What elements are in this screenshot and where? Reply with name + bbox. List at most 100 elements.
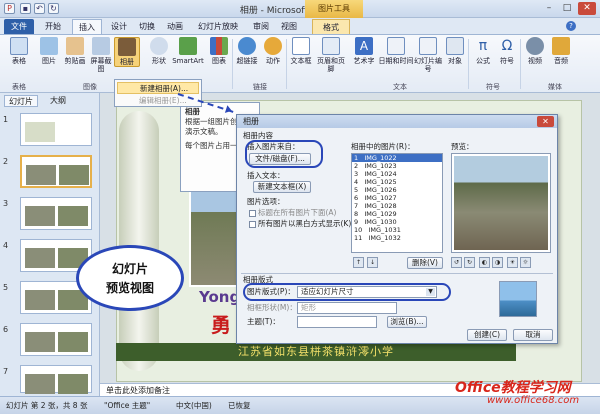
close-button[interactable]: ✕	[578, 2, 596, 15]
theme-input[interactable]	[297, 316, 377, 328]
slide-thumbnail[interactable]	[20, 197, 92, 230]
slide-banner[interactable]: 江苏省如东县栟茶镇浒澪小学	[116, 343, 516, 361]
smartart-button[interactable]: SmartArt	[172, 37, 204, 65]
object-button[interactable]: 对象	[442, 37, 468, 65]
rotate-left-icon[interactable]: ↺	[451, 257, 462, 268]
tab-home[interactable]: 开始	[38, 19, 68, 34]
checkbox[interactable]	[249, 220, 256, 228]
wordart-button[interactable]: A 艺术字	[350, 37, 378, 65]
list-item[interactable]: 2 IMG_1023	[352, 162, 442, 170]
dialog-title: 相册	[237, 115, 557, 128]
audio-button[interactable]: 音频	[548, 37, 574, 65]
list-item[interactable]: 7 IMG_1028	[352, 202, 442, 210]
create-button[interactable]: 创建(C)	[467, 329, 507, 341]
menu-new-album[interactable]: 新建相册(A)...	[117, 82, 199, 94]
slide-thumbnail[interactable]	[20, 113, 92, 146]
picture-button[interactable]: 图片	[36, 37, 62, 65]
tab-slides[interactable]: 幻灯片	[4, 95, 38, 107]
film-reel-icon	[526, 37, 544, 55]
header-footer-button[interactable]: 页眉和页脚	[314, 37, 348, 73]
list-item-number: 11	[354, 234, 363, 242]
hyperlink-button-label: 超链接	[236, 57, 258, 65]
shapes-button-label: 形状	[152, 57, 166, 65]
file-disk-button[interactable]: 文件/磁盘(F)...	[249, 153, 311, 165]
menu-new-album-label: 新建相册(A)...	[140, 84, 189, 93]
equation-button[interactable]: π 公式	[470, 37, 496, 65]
slide-count: 幻灯片 第 2 张，共 8 张	[6, 401, 88, 410]
album-button[interactable]: 相册	[114, 37, 140, 67]
slide-thumbnail-selected[interactable]	[20, 155, 92, 188]
wordart-icon: A	[355, 37, 373, 55]
rotate-right-icon[interactable]: ↻	[464, 257, 475, 268]
delete-button[interactable]: 删除(V)	[407, 257, 443, 269]
clipart-button[interactable]: 剪贴画	[62, 37, 88, 65]
tab-transitions[interactable]: 切换	[134, 19, 160, 34]
list-item[interactable]: 1 IMG_1022	[352, 154, 442, 162]
textbox-button[interactable]: 文本框	[288, 37, 314, 65]
slide-thumbnail[interactable]	[20, 365, 92, 394]
slide-thumbnail[interactable]	[20, 323, 92, 356]
slide-text-brave[interactable]: 勇	[211, 309, 231, 338]
brightness-up-icon[interactable]: ☀	[507, 257, 518, 268]
smartart-button-label: SmartArt	[172, 57, 204, 65]
tab-review[interactable]: 审阅	[248, 19, 274, 34]
tab-view[interactable]: 视图	[276, 19, 302, 34]
shapes-button[interactable]: 形状	[146, 37, 172, 65]
screenshot-button[interactable]: 屏幕截图	[88, 37, 114, 73]
new-textbox-button[interactable]: 新建文本框(X)	[253, 181, 311, 193]
slide-text-yong[interactable]: Yong	[199, 288, 240, 306]
minimize-button[interactable]: –	[540, 2, 558, 15]
brightness-down-icon[interactable]: ☼	[520, 257, 531, 268]
list-item[interactable]: 6 IMG_1027	[352, 194, 442, 202]
slides-pane: 幻灯片 大纲 1 2 3 4 5 6 7	[0, 93, 100, 396]
object-icon	[446, 37, 464, 55]
group-label-table: 表格	[12, 83, 26, 91]
pictures-listbox[interactable]: 1 IMG_1022 2 IMG_1023 3 IMG_1024 4 IMG_1…	[351, 153, 443, 253]
picture-layout-select[interactable]: 适应幻灯片尺寸 ▼	[297, 286, 437, 298]
browse-button[interactable]: 浏览(B)...	[387, 316, 427, 328]
list-item[interactable]: 5 IMG_1026	[352, 186, 442, 194]
move-up-icon[interactable]: ↑	[353, 257, 364, 268]
list-item[interactable]: 11 IMG_1032	[352, 234, 442, 242]
datetime-button[interactable]: 日期和时间	[378, 37, 414, 65]
caption-below-checkbox[interactable]: 标题在所有图片下面(A)	[249, 208, 336, 218]
language[interactable]: 中文(中国)	[176, 397, 212, 414]
symbol-button[interactable]: Ω 符号	[494, 37, 520, 65]
hyperlink-button[interactable]: 超链接	[234, 37, 260, 65]
ribbon: 表格 图片 剪贴画 屏幕截图 相册 形状 SmartArt 图表 超链接 动作 …	[0, 35, 600, 93]
help-icon[interactable]: ?	[566, 21, 576, 31]
tab-file[interactable]: 文件	[4, 19, 34, 34]
picture-tools-context-tab: 图片工具	[305, 0, 363, 18]
maximize-button[interactable]: □	[558, 2, 576, 15]
video-button[interactable]: 视频	[522, 37, 548, 65]
list-item[interactable]: 9 IMG_1030	[352, 218, 442, 226]
list-item-name: IMG_1026	[364, 186, 397, 194]
group-label-images: 图像	[83, 83, 97, 91]
slide-number: 3	[3, 199, 9, 208]
table-button[interactable]: 表格	[6, 37, 32, 65]
tab-insert[interactable]: 插入	[72, 19, 102, 34]
contrast-up-icon[interactable]: ◐	[479, 257, 490, 268]
list-item[interactable]: 8 IMG_1029	[352, 210, 442, 218]
move-down-icon[interactable]: ↓	[367, 257, 378, 268]
list-item[interactable]: 10 IMG_1031	[352, 226, 442, 234]
action-button[interactable]: 动作	[260, 37, 286, 65]
list-item[interactable]: 3 IMG_1024	[352, 170, 442, 178]
list-item-name: IMG_1028	[364, 202, 397, 210]
audio-button-label: 音频	[554, 57, 568, 65]
cancel-button[interactable]: 取消	[513, 329, 553, 341]
tab-slideshow[interactable]: 幻灯片放映	[192, 19, 244, 34]
list-item[interactable]: 4 IMG_1025	[352, 178, 442, 186]
tab-design[interactable]: 设计	[106, 19, 132, 34]
tab-format[interactable]: 格式	[312, 19, 350, 34]
dialog-close-button[interactable]: ✕	[537, 116, 554, 127]
tab-animations[interactable]: 动画	[162, 19, 188, 34]
window-title: 相册 - Microsoft PowerPoint	[239, 6, 361, 16]
chart-button[interactable]: 图表	[206, 37, 232, 65]
tab-outline[interactable]: 大纲	[46, 95, 70, 107]
contrast-down-icon[interactable]: ◑	[492, 257, 503, 268]
checkbox[interactable]	[249, 209, 256, 217]
all-bw-checkbox[interactable]: 所有图片以黑白方式显示(K)	[249, 219, 351, 229]
frame-shape-select[interactable]: 矩形	[297, 302, 397, 314]
slide-number-button[interactable]: 幻灯片编号	[414, 37, 442, 73]
